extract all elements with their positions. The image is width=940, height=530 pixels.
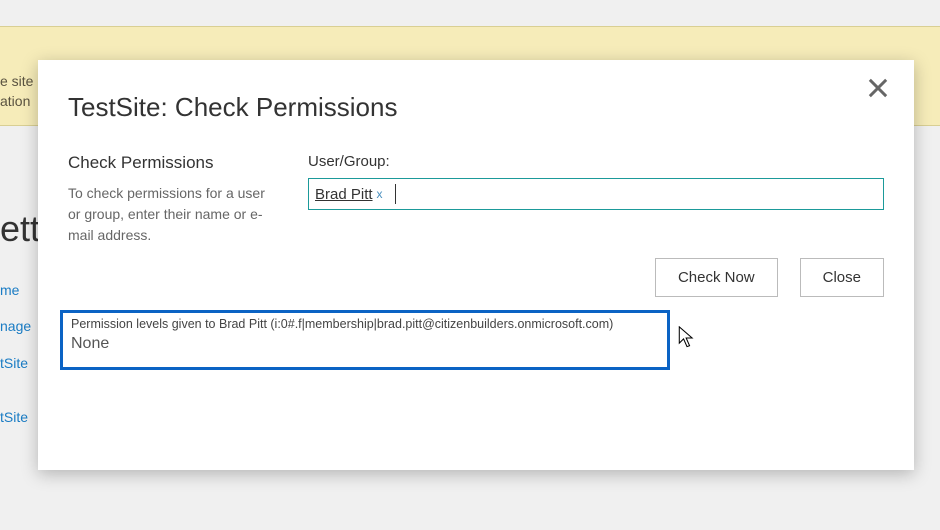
people-picker-text-input[interactable] bbox=[400, 181, 877, 207]
left-nav-fragment: me nage tSite tSite bbox=[0, 272, 31, 436]
check-permissions-dialog: TestSite: Check Permissions Check Permis… bbox=[38, 60, 914, 470]
permission-results-value: None bbox=[71, 335, 659, 353]
check-now-button[interactable]: Check Now bbox=[655, 258, 778, 297]
people-chip-name[interactable]: Brad Pitt bbox=[315, 186, 373, 203]
nav-link[interactable]: nage bbox=[0, 318, 31, 334]
permission-results-box: Permission levels given to Brad Pitt (i:… bbox=[60, 310, 670, 370]
page-heading-fragment: ett bbox=[0, 208, 40, 250]
text-caret bbox=[395, 184, 396, 204]
dialog-description-column: Check Permissions To check permissions f… bbox=[68, 153, 268, 246]
user-group-label: User/Group: bbox=[308, 153, 884, 170]
people-chip-remove-icon[interactable]: x bbox=[377, 187, 383, 201]
dialog-form-column: User/Group: Brad Pitt x Check Now Close bbox=[308, 153, 884, 297]
nav-link[interactable]: me bbox=[0, 282, 19, 298]
close-icon[interactable] bbox=[864, 74, 892, 102]
bg-text-fragment: e site bbox=[0, 72, 33, 92]
dialog-title: TestSite: Check Permissions bbox=[68, 92, 884, 123]
notification-text: e site ation bbox=[0, 72, 33, 111]
nav-link[interactable]: tSite bbox=[0, 355, 28, 371]
permission-results-heading: Permission levels given to Brad Pitt (i:… bbox=[71, 317, 659, 331]
close-button[interactable]: Close bbox=[800, 258, 884, 297]
bg-text-fragment: ation bbox=[0, 92, 33, 112]
section-heading: Check Permissions bbox=[68, 153, 268, 173]
user-group-input[interactable]: Brad Pitt x bbox=[308, 178, 884, 210]
dialog-button-row: Check Now Close bbox=[308, 258, 884, 297]
section-description: To check permissions for a user or group… bbox=[68, 183, 268, 246]
nav-link[interactable]: tSite bbox=[0, 409, 28, 425]
